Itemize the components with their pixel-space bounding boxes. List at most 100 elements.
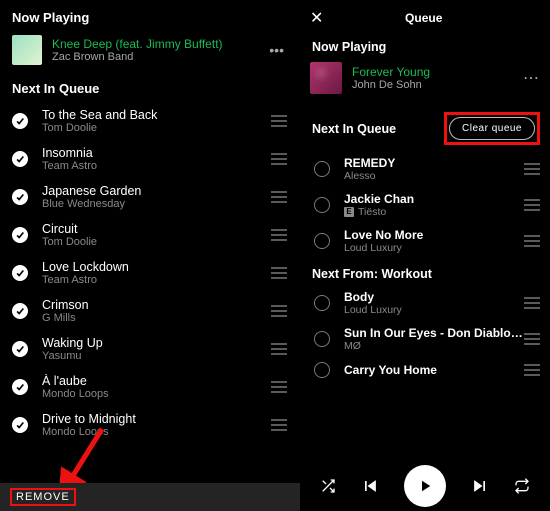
explicit-badge: E [344,207,354,217]
select-circle[interactable] [314,197,330,213]
repeat-icon[interactable] [514,478,530,494]
queue-row[interactable]: InsomniaTeam Astro [0,140,300,178]
checkbox-checked-icon[interactable] [12,265,28,281]
track-artist: Loud Luxury [344,242,524,254]
queue-row[interactable]: Japanese GardenBlue Wednesday [0,178,300,216]
now-playing-title: Forever Young [352,65,523,79]
checkbox-checked-icon[interactable] [12,189,28,205]
bottom-bar: REMOVE [0,483,300,511]
close-icon[interactable]: ✕ [310,8,323,28]
next-from-header: Next From: Workout [300,259,550,285]
track-artist: Alesso [344,170,524,182]
drag-handle-icon[interactable] [524,163,540,175]
track-artist: Yasumu [42,350,270,362]
queue-row[interactable]: À l'aubeMondo Loops [0,368,300,406]
track-title: Love No More [344,228,524,242]
clear-queue-button[interactable]: Clear queue [449,117,535,140]
shuffle-icon[interactable] [320,478,336,494]
drag-handle-icon[interactable] [270,267,288,279]
queue-row[interactable]: Sun In Our Eyes - Don Diablo Re...MØ [300,321,550,357]
track-artist: MØ [344,340,524,352]
drag-handle-icon[interactable] [524,333,540,345]
drag-handle-icon[interactable] [524,297,540,309]
checkbox-checked-icon[interactable] [12,227,28,243]
track-title: À l'aube [42,374,270,388]
track-title: Circuit [42,222,270,236]
album-art [310,62,342,94]
track-title: To the Sea and Back [42,108,270,122]
previous-icon[interactable] [360,476,380,496]
track-title: REMEDY [344,156,524,170]
drag-handle-icon[interactable] [270,115,288,127]
more-icon[interactable]: ••• [265,42,288,58]
drag-handle-icon[interactable] [270,419,288,431]
play-button[interactable] [404,465,446,507]
checkbox-checked-icon[interactable] [12,113,28,129]
annotation-highlight: Clear queue [444,112,540,145]
track-title: Waking Up [42,336,270,350]
checkbox-checked-icon[interactable] [12,379,28,395]
track-artist: Tom Doolie [42,122,270,134]
select-circle[interactable] [314,295,330,311]
album-art [12,35,42,65]
now-playing-row[interactable]: Forever Young John De Sohn ⋯ [300,58,550,102]
drag-handle-icon[interactable] [270,305,288,317]
checkbox-checked-icon[interactable] [12,303,28,319]
queue-row[interactable]: Waking UpYasumu [0,330,300,368]
drag-handle-icon[interactable] [524,364,540,376]
queue-row[interactable]: REMEDYAlesso [300,151,550,187]
select-circle[interactable] [314,233,330,249]
queue-row[interactable]: Love No MoreLoud Luxury [300,223,550,259]
next-in-queue-header: Next In Queue [0,71,300,102]
next-in-queue-header: Next In Queue [312,122,396,136]
queue-row[interactable]: Drive to MidnightMondo Loops [0,406,300,444]
track-artist: G Mills [42,312,270,324]
queue-row[interactable]: Love LockdownTeam Astro [0,254,300,292]
now-playing-row[interactable]: Knee Deep (feat. Jimmy Buffett) Zac Brow… [0,31,300,71]
queue-panel-mobile: ✕ Queue Now Playing Forever Young John D… [300,0,550,511]
track-artist: Tom Doolie [42,236,270,248]
checkbox-checked-icon[interactable] [12,417,28,433]
drag-handle-icon[interactable] [270,229,288,241]
track-artist: Blue Wednesday [42,198,270,210]
drag-handle-icon[interactable] [270,381,288,393]
now-playing-artist: Zac Brown Band [52,51,265,63]
select-circle[interactable] [314,161,330,177]
drag-handle-icon[interactable] [270,191,288,203]
track-artist: Team Astro [42,160,270,172]
track-title: Carry You Home [344,363,524,377]
queue-panel-desktop: Now Playing Knee Deep (feat. Jimmy Buffe… [0,0,300,511]
drag-handle-icon[interactable] [524,199,540,211]
drag-handle-icon[interactable] [524,235,540,247]
queue-row[interactable]: BodyLoud Luxury [300,285,550,321]
queue-row[interactable]: Carry You Home [300,357,550,383]
drag-handle-icon[interactable] [270,343,288,355]
track-artist: Loud Luxury [344,304,524,316]
more-icon[interactable]: ⋯ [523,68,540,88]
queue-row[interactable]: CrimsonG Mills [0,292,300,330]
next-icon[interactable] [470,476,490,496]
checkbox-checked-icon[interactable] [12,151,28,167]
track-title: Insomnia [42,146,270,160]
drag-handle-icon[interactable] [270,153,288,165]
track-title: Sun In Our Eyes - Don Diablo Re... [344,326,524,340]
track-title: Body [344,290,524,304]
remove-button[interactable]: REMOVE [10,488,76,506]
queue-row[interactable]: Jackie ChanETiësto [300,187,550,223]
now-playing-artist: John De Sohn [352,79,523,91]
track-title: Crimson [42,298,270,312]
track-title: Jackie Chan [344,192,524,206]
track-title: Japanese Garden [42,184,270,198]
queue-row[interactable]: To the Sea and BackTom Doolie [0,102,300,140]
track-artist: Mondo Loops [42,388,270,400]
track-artist: Team Astro [42,274,270,286]
select-circle[interactable] [314,331,330,347]
select-circle[interactable] [314,362,330,378]
queue-row[interactable]: CircuitTom Doolie [0,216,300,254]
now-playing-header: Now Playing [0,0,300,31]
track-title: Love Lockdown [42,260,270,274]
checkbox-checked-icon[interactable] [12,341,28,357]
player-controls [300,465,550,507]
now-playing-title: Knee Deep (feat. Jimmy Buffett) [52,37,265,51]
now-playing-header: Now Playing [300,32,550,58]
